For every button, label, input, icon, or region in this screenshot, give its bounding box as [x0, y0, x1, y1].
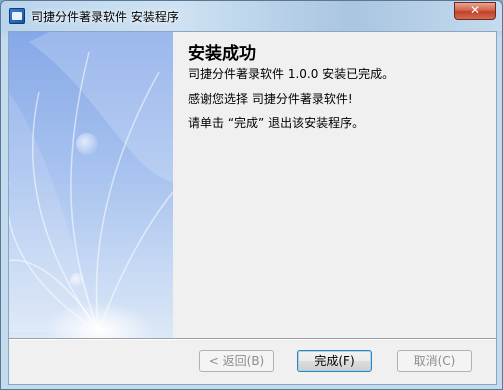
close-button[interactable]: ✕ [454, 2, 496, 20]
close-icon: ✕ [469, 3, 481, 17]
wizard-banner-image [9, 32, 173, 338]
cancel-button[interactable]: 取消(C) [397, 350, 472, 372]
footer-divider [9, 338, 496, 340]
window-title: 司捷分件著录软件 安装程序 [31, 10, 179, 24]
app-icon [9, 8, 25, 24]
wizard-content: 安装成功 司捷分件著录软件 1.0.0 安装已完成。 感谢您选择 司捷分件著录软… [173, 32, 496, 338]
finish-button[interactable]: 完成(F) [297, 350, 372, 372]
back-button[interactable]: < 返回(B) [199, 350, 274, 372]
thanks-message: 感谢您选择 司捷分件著录软件! [188, 92, 353, 106]
page-title: 安装成功 [188, 44, 256, 64]
completion-message: 司捷分件著录软件 1.0.0 安装已完成。 [188, 67, 395, 81]
installer-window: 司捷分件著录软件 安装程序 ✕ 安装成功 司捷分件著录软件 1.0.0 安装已完… [0, 0, 503, 390]
wizard-client-area: 安装成功 司捷分件著录软件 1.0.0 安装已完成。 感谢您选择 司捷分件著录软… [8, 31, 497, 385]
title-bar[interactable]: 司捷分件著录软件 安装程序 ✕ [1, 1, 502, 31]
finish-instruction: 请单击 “完成” 退出该安装程序。 [188, 116, 365, 130]
